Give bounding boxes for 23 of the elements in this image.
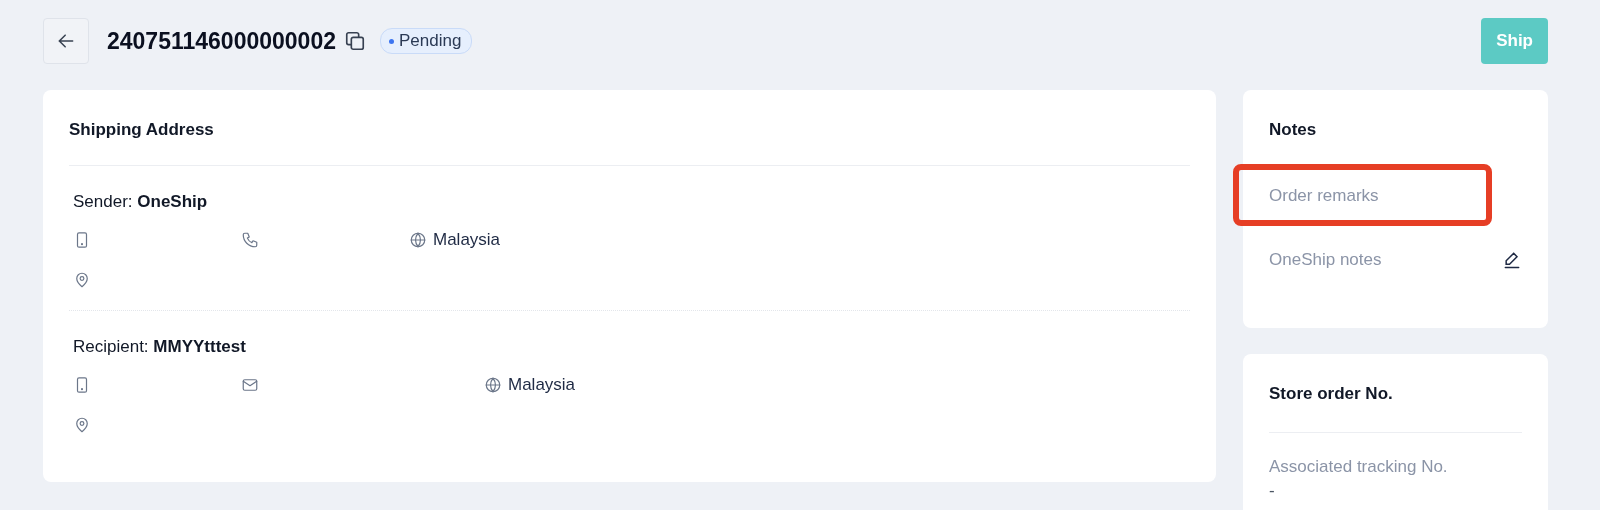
card-title: Shipping Address	[69, 120, 215, 140]
location-pin-icon	[73, 271, 91, 289]
edit-icon[interactable]	[1502, 250, 1522, 270]
field-value: -	[1269, 481, 1276, 501]
phone-icon	[241, 231, 259, 249]
note-label: Order remarks	[1269, 186, 1379, 206]
party-name: Recipient: MMYYtttest	[73, 337, 246, 356]
country-text: Malaysia	[433, 230, 501, 250]
ship-button[interactable]: Ship	[1481, 18, 1548, 64]
mail-icon	[241, 376, 259, 394]
status-badge: Pending	[380, 28, 473, 54]
globe-icon	[409, 231, 427, 249]
card-title: Store order No.	[1269, 384, 1394, 404]
field-label: Associated tracking No.	[1269, 457, 1449, 477]
back-button[interactable]	[43, 18, 89, 64]
country-text: Malaysia	[508, 375, 576, 395]
copy-icon[interactable]	[344, 30, 366, 52]
card-title: Notes	[1269, 120, 1318, 140]
party-name: Sender: OneShip	[73, 192, 208, 211]
order-number: 240751146000000002	[107, 27, 336, 55]
globe-icon	[484, 376, 502, 394]
note-label: OneShip notes	[1269, 250, 1382, 270]
location-pin-icon	[73, 416, 91, 434]
